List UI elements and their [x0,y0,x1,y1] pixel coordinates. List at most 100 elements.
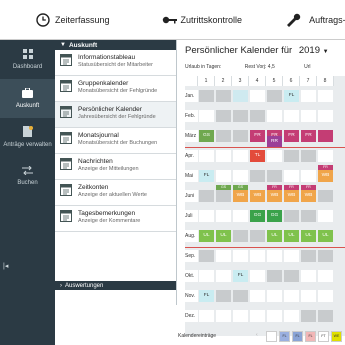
calendar-entry[interactable]: UL [216,230,231,242]
menu-item-informationstableau[interactable]: Informationstableau Statusübersicht der M… [55,50,176,76]
legend-swatch[interactable]: WE [331,331,342,342]
day-cell[interactable] [233,210,248,222]
day-cell[interactable] [318,150,333,162]
weekend-day-cell[interactable] [233,130,248,142]
calendar-entry[interactable] [233,290,248,302]
calendar-entry[interactable]: WB [284,190,299,202]
calendar-entry[interactable] [318,130,333,142]
weekend-day-cell[interactable] [199,190,214,202]
day-cell[interactable] [216,250,231,262]
calendar-entry[interactable]: WB [301,190,316,202]
collapse-rail-button[interactable]: |◂ [3,262,8,270]
calendar-entry[interactable] [301,250,316,262]
rail-item-antraege[interactable]: Anträge verwalten [0,118,55,157]
calendar-entry[interactable]: WB [233,190,248,202]
day-cell[interactable] [301,170,316,182]
day-cell[interactable] [250,310,265,322]
menu-item-gruppenkalender[interactable]: Gruppenkalender Monatsübersicht der Fehlg… [55,76,176,102]
day-cell[interactable] [233,250,248,262]
day-cell[interactable] [267,290,282,302]
weekend-day-cell[interactable] [267,90,282,102]
weekend-day-cell[interactable] [216,130,231,142]
rail-item-auskunft[interactable]: Auskunft [0,79,55,118]
weekend-day-cell[interactable] [301,210,316,222]
calendar-entry[interactable]: UL [199,230,214,242]
day-cell[interactable] [284,170,299,182]
calendar-entry[interactable]: UL [284,230,299,242]
day-cell[interactable] [284,250,299,262]
day-cell[interactable] [301,110,316,122]
day-cell[interactable] [318,270,333,282]
day-cell[interactable] [284,110,299,122]
calendar-entry[interactable]: TL [250,150,265,162]
day-cell[interactable] [216,210,231,222]
day-cell[interactable] [301,290,316,302]
calendar-entry[interactable]: WB [250,190,265,202]
chevron-left-icon[interactable]: ‹ [256,332,258,338]
legend-swatch[interactable]: FT [318,331,329,342]
weekend-day-cell[interactable] [318,250,333,262]
calendar-entry[interactable]: FL [284,90,299,102]
day-cell[interactable] [284,310,299,322]
calendar-entry[interactable]: FL [199,170,214,182]
menu-item-zeitkonten[interactable]: Zeitkonten Anzeige der aktuellen Werte [55,180,176,206]
menu-item-monatsjournal[interactable]: Monatsjournal Monatsübersicht der Buchung… [55,128,176,154]
day-cell[interactable] [199,310,214,322]
day-cell[interactable] [301,90,316,102]
calendar-entry[interactable]: FR [284,130,299,142]
day-cell[interactable] [216,270,231,282]
day-cell[interactable] [301,270,316,282]
calendar-entry[interactable]: WB [318,170,333,182]
calendar-entry[interactable]: GG [267,210,282,222]
weekend-day-cell[interactable] [301,150,316,162]
day-cell[interactable] [318,210,333,222]
day-cell[interactable] [199,110,214,122]
year-select[interactable]: 2019 ▼ [299,45,329,56]
nav-zutrittskontrolle[interactable]: Zutrittskontrolle [162,0,242,40]
calendar-entry[interactable] [233,110,248,122]
rail-item-buchen[interactable]: Buchen [0,157,55,196]
weekend-day-cell[interactable] [233,230,248,242]
calendar-entry[interactable]: FR [250,130,265,142]
weekend-day-cell[interactable] [284,210,299,222]
calendar-entry[interactable] [250,110,265,122]
day-cell[interactable] [216,170,231,182]
calendar-entry[interactable]: WB [267,190,282,202]
day-cell[interactable] [267,110,282,122]
day-cell[interactable] [267,310,282,322]
menu-item-nachrichten[interactable]: Nachrichten Anzeige der Mitteilungen [55,154,176,180]
legend-swatch[interactable]: FL [305,331,316,342]
weekend-day-cell[interactable] [267,170,282,182]
weekend-day-cell[interactable] [284,270,299,282]
calendar-entry[interactable]: GS [216,185,231,190]
day-cell[interactable] [233,310,248,322]
calendar-entry[interactable]: UL [301,230,316,242]
legend-swatch[interactable]: FL [292,331,303,342]
day-cell[interactable] [318,290,333,302]
calendar-entry[interactable]: UL [318,230,333,242]
weekend-day-cell[interactable] [216,190,231,202]
day-cell[interactable] [199,210,214,222]
nav-zeiterfassung[interactable]: Zeiterfassung [36,0,110,40]
day-cell[interactable] [267,150,282,162]
menu-footer-auswertungen[interactable]: › Auswertungen [55,281,176,290]
calendar-entry[interactable] [199,250,214,262]
calendar-entry[interactable]: FL [199,290,214,302]
calendar-entry[interactable]: GG [250,210,265,222]
calendar-entry[interactable]: FL [233,270,248,282]
nav-auftrag[interactable]: Auftrags-/ [285,0,345,40]
day-cell[interactable] [267,250,282,262]
menu-item-tagesbemerkungen[interactable]: Tagesbemerkungen Anzeige der Kommentare [55,206,176,232]
legend-swatch[interactable] [266,331,277,342]
day-cell[interactable] [233,170,248,182]
calendar-entry[interactable]: UL [267,230,282,242]
weekend-day-cell[interactable] [250,170,265,182]
day-cell[interactable] [318,110,333,122]
menu-header[interactable]: ▼ Auskunft [55,40,176,50]
day-cell[interactable] [250,270,265,282]
day-cell[interactable] [284,290,299,302]
calendar-entry[interactable]: GS [199,130,214,142]
weekend-day-cell[interactable] [318,190,333,202]
calendar-entry[interactable] [267,270,282,282]
day-cell[interactable] [250,90,265,102]
